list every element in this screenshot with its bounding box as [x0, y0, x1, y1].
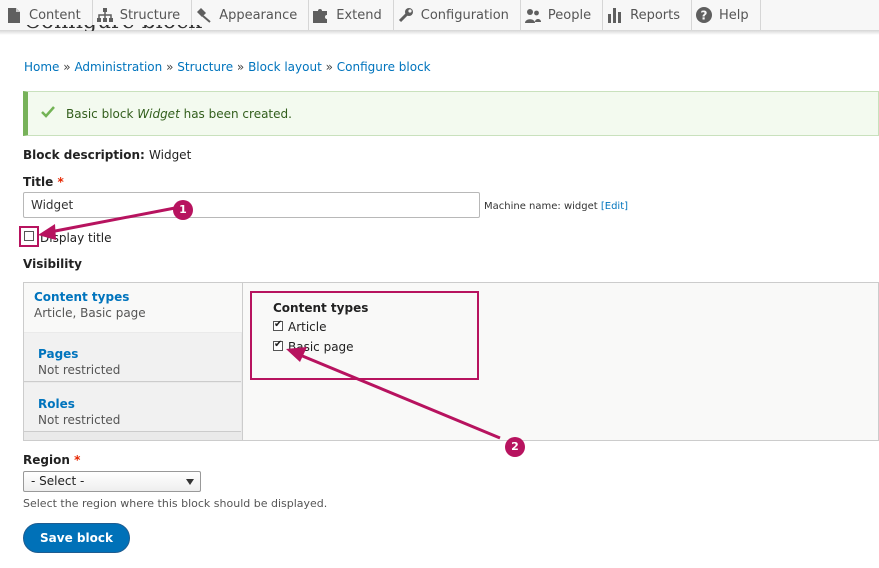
annotation-badge-1: 1: [173, 200, 193, 220]
annotation-arrow-1: [49, 206, 176, 234]
annotation-arrows: [38, 206, 501, 440]
annotation-arrow-2: [299, 353, 501, 440]
arrowhead-1: [38, 224, 56, 240]
arrowhead-2: [286, 347, 307, 362]
annotation-badge-2: 2: [505, 437, 525, 457]
